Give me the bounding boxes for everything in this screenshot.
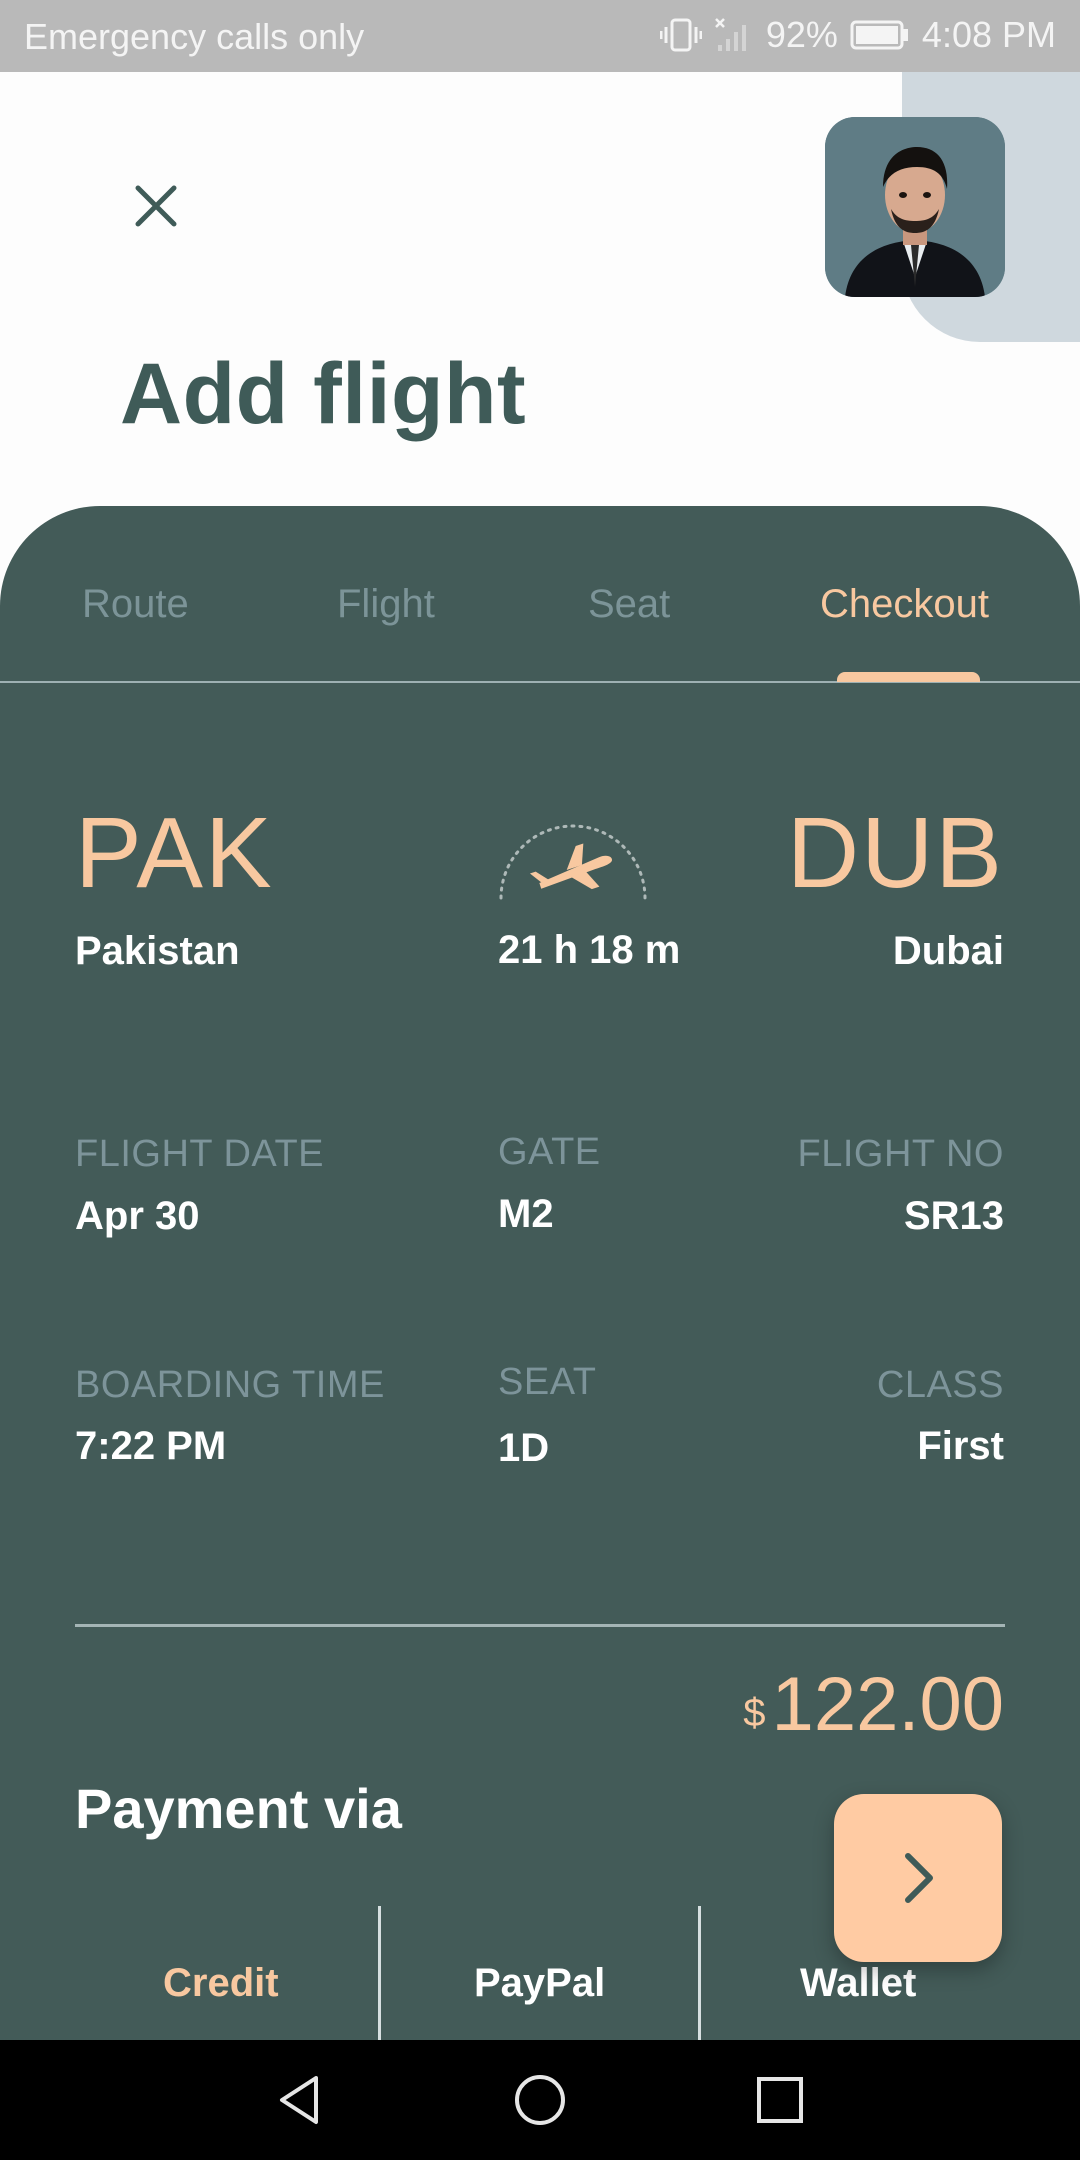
payment-option-wallet[interactable]: Wallet bbox=[800, 1961, 916, 2006]
close-icon bbox=[135, 185, 177, 227]
airplane-icon bbox=[529, 843, 612, 890]
boarding-time-value: 7:22 PM bbox=[75, 1424, 227, 1468]
page-title: Add flight bbox=[120, 346, 527, 442]
price-currency: $ bbox=[743, 1691, 766, 1735]
step-tabs: Route Flight Seat Checkout bbox=[0, 506, 1080, 683]
destination-code: DUB bbox=[786, 797, 1004, 909]
chevron-right-icon bbox=[905, 1853, 933, 1903]
gate-label: GATE bbox=[498, 1131, 601, 1173]
flight-duration: 21 h 18 m bbox=[498, 928, 681, 972]
origin-code: PAK bbox=[75, 797, 274, 909]
battery-icon bbox=[850, 20, 910, 50]
seat-value: 1D bbox=[498, 1426, 550, 1470]
system-nav-bar bbox=[0, 2040, 1080, 2160]
seat-label: SEAT bbox=[498, 1361, 597, 1403]
payment-title: Payment via bbox=[75, 1777, 402, 1840]
payment-option-paypal[interactable]: PayPal bbox=[474, 1961, 605, 2006]
nav-recents-button[interactable] bbox=[750, 2070, 810, 2130]
origin-city: Pakistan bbox=[75, 929, 240, 973]
flight-no-value: SR13 bbox=[903, 1194, 1004, 1238]
payment-option-credit[interactable]: Credit bbox=[163, 1961, 279, 2006]
clock-time: 4:08 PM bbox=[921, 14, 1056, 55]
nav-home-button[interactable] bbox=[510, 2070, 570, 2130]
tab-flight[interactable]: Flight bbox=[337, 582, 435, 627]
home-circle-icon bbox=[515, 2075, 565, 2125]
price-divider bbox=[75, 1624, 1005, 1627]
gate-value: M2 bbox=[498, 1192, 554, 1236]
vibrate-icon bbox=[659, 17, 702, 53]
class-value: First bbox=[917, 1424, 1004, 1468]
close-button[interactable] bbox=[120, 170, 192, 242]
carrier-text: Emergency calls only bbox=[24, 16, 365, 57]
tab-checkout[interactable]: Checkout bbox=[820, 582, 989, 627]
payment-separator bbox=[378, 1906, 381, 2040]
tab-route[interactable]: Route bbox=[82, 582, 189, 627]
total-price: $ 122.00 bbox=[743, 1661, 1004, 1748]
price-amount: 122.00 bbox=[771, 1662, 1004, 1747]
battery-percent: 92% bbox=[765, 14, 838, 55]
next-button[interactable] bbox=[834, 1794, 1002, 1962]
flight-path-arc bbox=[499, 824, 647, 900]
back-triangle-icon bbox=[280, 2076, 318, 2124]
status-bar: Emergency calls only 92% 4:08 PM bbox=[0, 0, 1080, 72]
boarding-time-label: BOARDING TIME bbox=[75, 1364, 385, 1406]
avatar-image bbox=[825, 117, 1005, 297]
tab-seat[interactable]: Seat bbox=[588, 582, 670, 627]
nav-back-button[interactable] bbox=[270, 2070, 330, 2130]
active-tab-indicator bbox=[837, 672, 980, 682]
flight-no-label: FLIGHT NO bbox=[797, 1133, 1004, 1175]
flight-date-value: Apr 30 bbox=[75, 1194, 200, 1238]
payment-separator bbox=[698, 1906, 701, 2040]
destination-city: Dubai bbox=[892, 929, 1004, 973]
class-label: CLASS bbox=[876, 1364, 1004, 1406]
recents-square-icon bbox=[757, 2077, 803, 2123]
avatar[interactable] bbox=[825, 117, 1005, 297]
signal-icon bbox=[714, 17, 754, 53]
status-icons: 92% 4:08 PM bbox=[659, 14, 1056, 56]
flight-date-label: FLIGHT DATE bbox=[75, 1133, 325, 1175]
